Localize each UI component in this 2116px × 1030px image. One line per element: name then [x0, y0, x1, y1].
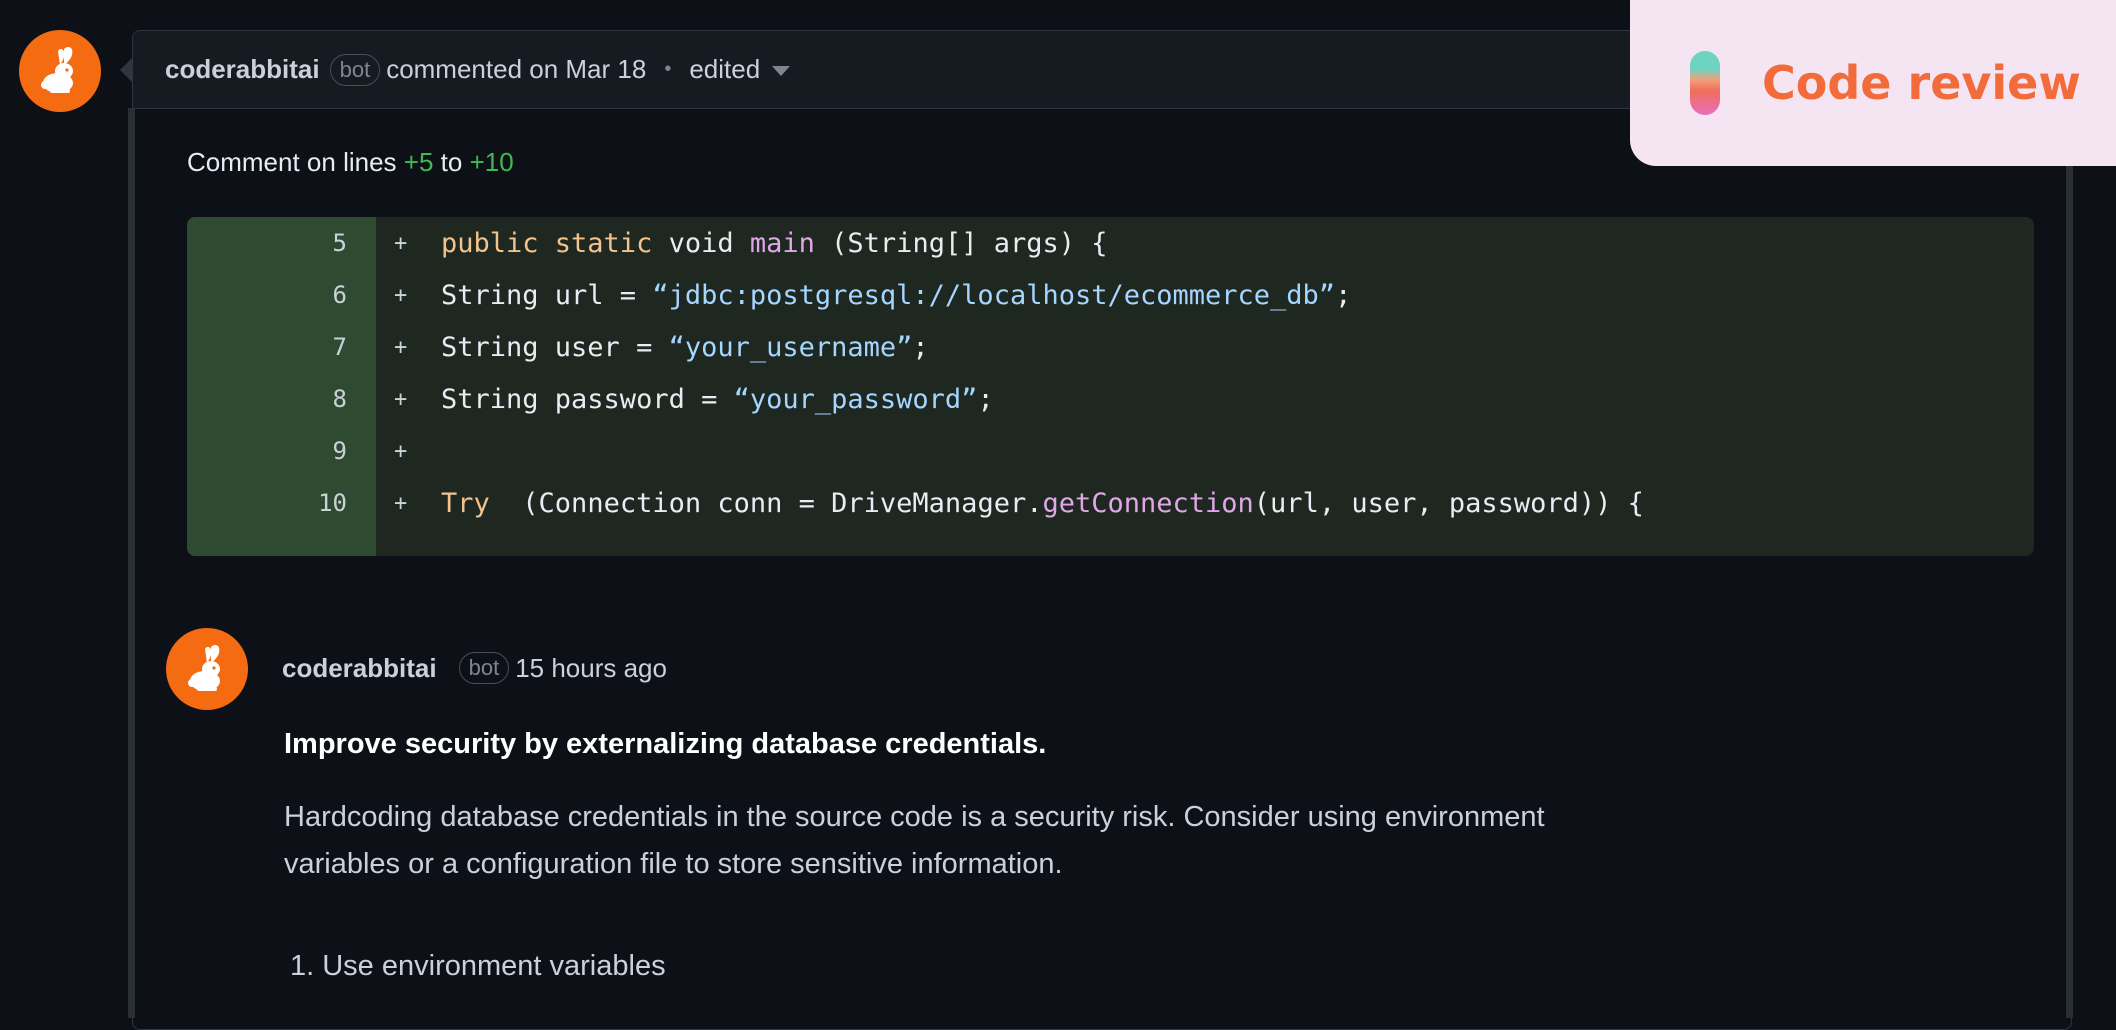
code-token: String password = [441, 383, 734, 415]
code-line: String url = “jdbc:postgresql://localhos… [441, 280, 1351, 311]
line-number[interactable]: 7 [187, 333, 347, 361]
bot-badge: bot [458, 652, 510, 684]
author-name[interactable]: coderabbitai [282, 653, 437, 684]
code-token: “jdbc:postgresql://localhost/ecommerce_d… [652, 279, 1336, 311]
avatar[interactable] [166, 628, 248, 710]
line-number[interactable]: 5 [187, 229, 347, 257]
code-line: Try (Connection conn = DriveManager.getC… [441, 488, 1644, 519]
diff-add-marker: + [394, 386, 408, 412]
chevron-down-icon[interactable] [772, 65, 791, 76]
recommendation-title: Improve security by externalizing databa… [284, 728, 1047, 760]
reply-timestamp[interactable]: 15 hours ago [515, 653, 667, 684]
code-row: 7 + String user = “your_username”; [187, 321, 2034, 373]
comment-lines-prefix: Comment on lines [187, 147, 397, 177]
diff-add-marker: + [394, 230, 408, 256]
line-end[interactable]: +10 [470, 147, 514, 177]
list-item: 1. Use environment variables [290, 950, 666, 982]
diff-add-marker: + [394, 282, 408, 308]
code-token: (Connection conn = DriveManager. [489, 487, 1043, 519]
code-review-badge: Code review [1630, 0, 2116, 166]
code-token: Try [441, 487, 490, 519]
diff-add-marker: + [394, 490, 408, 516]
thread-right-border [2066, 108, 2073, 1018]
code-token: “your_username” [668, 331, 913, 363]
code-row: 10 + Try (Connection conn = DriveManager… [187, 477, 2034, 529]
edited-dropdown[interactable]: edited [689, 54, 760, 85]
bot-badge: bot [329, 53, 381, 86]
line-number[interactable]: 6 [187, 281, 347, 309]
code-row: 8 + String password = “your_password”; [187, 373, 2034, 425]
code-line: String password = “your_password”; [441, 384, 994, 415]
thread-left-border [128, 108, 135, 1018]
author-name[interactable]: coderabbitai [165, 54, 320, 85]
code-row: 9 + [187, 425, 2034, 477]
line-number[interactable]: 9 [187, 437, 347, 465]
gradient-pill-icon [1690, 51, 1720, 115]
code-token: “your_password” [733, 383, 978, 415]
code-token: main [749, 227, 815, 259]
rabbit-icon [188, 645, 220, 691]
code-token: ; [912, 331, 929, 363]
diff-add-marker: + [394, 334, 408, 360]
thread-pointer [120, 58, 132, 82]
code-token: (String[] args) { [814, 227, 1108, 259]
rabbit-icon [41, 47, 73, 93]
comment-lines-label: Comment on lines +5 to +10 [187, 147, 514, 178]
code-token: String user = [441, 331, 669, 363]
code-review-label: Code review [1762, 56, 2081, 110]
code-token: getConnection [1042, 487, 1254, 519]
code-token: void [652, 227, 750, 259]
code-diff-block: 5 + public static void main (String[] ar… [187, 217, 2034, 556]
comment-lines-connector: to [440, 147, 463, 177]
code-token: String url = [441, 279, 653, 311]
line-start[interactable]: +5 [404, 147, 434, 177]
meta-separator: • [664, 58, 672, 80]
recommendation-body: Hardcoding database credentials in the s… [284, 801, 1545, 880]
avatar[interactable] [19, 30, 101, 112]
diff-add-marker: + [394, 438, 408, 464]
code-row: 6 + String url = “jdbc:postgresql://loca… [187, 269, 2034, 321]
line-number[interactable]: 8 [187, 385, 347, 413]
code-token: (url, user, password)) { [1253, 487, 1644, 519]
line-number[interactable]: 10 [187, 489, 347, 517]
code-token: ; [977, 383, 994, 415]
code-token: ; [1335, 279, 1352, 311]
code-line: String user = “your_username”; [441, 332, 929, 363]
code-row: 5 + public static void main (String[] ar… [187, 217, 2034, 269]
code-token: public static [441, 227, 653, 259]
reply-header: coderabbitai bot 15 hours ago [282, 652, 667, 684]
comment-timestamp[interactable]: commented on Mar 18 [386, 54, 646, 85]
code-line: public static void main (String[] args) … [441, 228, 1108, 259]
